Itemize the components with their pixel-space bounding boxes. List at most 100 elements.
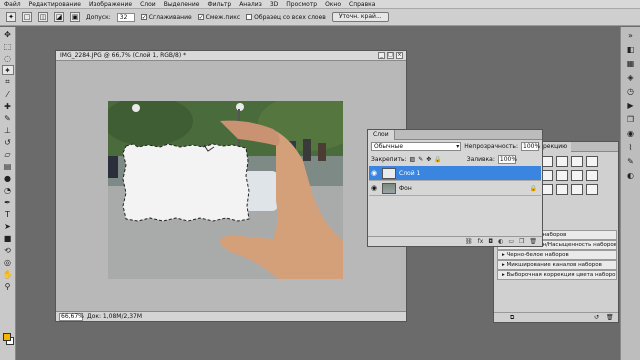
menu-select[interactable]: Выделение [164,1,200,8]
document-title-bar[interactable]: IMG_2284.JPG @ 66,7% (Слой 1, RGB/8) * _… [56,51,406,61]
lock-all-icon[interactable]: 🔒 [434,156,441,163]
crop-tool-icon[interactable]: ⌗ [2,77,14,87]
trash-icon[interactable]: 🗑 [529,237,537,246]
styles-panel-icon[interactable]: ◈ [625,73,637,83]
lock-position-icon[interactable]: ✥ [426,156,431,163]
hand-tool-icon[interactable]: ✋ [2,269,14,279]
blend-mode-select[interactable]: Обычные [371,142,462,151]
layer-name[interactable]: Слой 1 [399,170,420,177]
pen-tool-icon[interactable]: ✒ [2,197,14,207]
new-layer-icon[interactable]: ❐ [519,237,524,246]
clip-layer-icon[interactable]: ⧉ [510,314,514,322]
threshold-icon[interactable] [571,184,583,195]
link-layers-icon[interactable]: ⛓ [465,237,473,246]
visibility-eye-icon[interactable]: ◉ [369,184,379,192]
menu-window[interactable]: Окно [325,1,341,8]
brush-panel-icon[interactable]: ✎ [625,157,637,167]
preset-item[interactable]: Выборочная коррекция цвета наборов [497,270,617,280]
trash-icon[interactable]: 🗑 [606,314,614,321]
menu-filter[interactable]: Фильтр [207,1,231,8]
type-tool-icon[interactable]: T [2,209,14,219]
new-selection-icon[interactable]: □ [22,12,32,22]
curves-icon[interactable] [571,156,583,167]
adjustments-tab[interactable]: рекцию [539,142,572,152]
history-panel-icon[interactable]: ◷ [625,87,637,97]
contiguous-checkbox[interactable]: Смеж.пикс [197,14,240,21]
zoom-field[interactable]: 66,67% [59,312,84,321]
layers-panel-icon[interactable]: ❐ [625,115,637,125]
eyedropper-tool-icon[interactable]: ⁄ [2,89,14,99]
adjustment-layer-icon[interactable]: ◐ [498,237,503,246]
posterize-icon[interactable] [556,184,568,195]
collapse-icon[interactable]: » [625,31,637,41]
foreground-color-swatch[interactable] [3,333,11,341]
actions-panel-icon[interactable]: ▶ [625,101,637,111]
menu-analysis[interactable]: Анализ [239,1,262,8]
history-brush-icon[interactable]: ↺ [2,137,14,147]
menu-view[interactable]: Просмотр [286,1,317,8]
gradient-tool-icon[interactable]: ▤ [2,161,14,171]
dodge-tool-icon[interactable]: ◔ [2,185,14,195]
visibility-eye-icon[interactable]: ◉ [369,169,379,177]
layers-tab[interactable]: Слои [368,130,395,140]
layer-mask-icon[interactable]: ◘ [488,237,493,246]
minimize-icon[interactable]: _ [378,52,385,59]
close-icon[interactable]: × [396,52,403,59]
antialias-checkbox[interactable]: Сглаживание [140,14,192,21]
brush-tool-icon[interactable]: ✎ [2,113,14,123]
maximize-icon[interactable]: □ [387,52,394,59]
zoom-tool-icon[interactable]: ⚲ [2,281,14,291]
levels-icon[interactable] [556,156,568,167]
fill-input[interactable]: 100% [497,155,517,164]
shape-tool-icon[interactable]: ■ [2,233,14,243]
stamp-tool-icon[interactable]: ⊥ [2,125,14,135]
intersect-selection-icon[interactable]: ▣ [70,12,80,22]
move-tool-icon[interactable]: ✥ [2,29,14,39]
blur-tool-icon[interactable]: ● [2,173,14,183]
menu-image[interactable]: Изображение [89,1,132,8]
sample-all-checkbox[interactable]: Образец со всех слоев [246,14,326,21]
menu-3d[interactable]: 3D [270,1,278,8]
eraser-tool-icon[interactable]: ▱ [2,149,14,159]
group-icon[interactable]: ▭ [508,237,514,246]
layer-style-icon[interactable]: fx [478,237,484,246]
doc-size-info[interactable]: Док: 1,08M/2,37M [87,313,142,320]
exposure-icon[interactable] [586,156,598,167]
color-panel-icon[interactable]: ◧ [625,45,637,55]
canvas-area[interactable] [56,61,406,312]
color-balance-icon[interactable] [571,170,583,181]
menu-file[interactable]: Файл [4,1,21,8]
healing-tool-icon[interactable]: ✚ [2,101,14,111]
opacity-input[interactable]: 100% [521,142,540,151]
refine-edge-button[interactable]: Уточн. край... [331,12,389,22]
subtract-selection-icon[interactable]: ◪ [54,12,64,22]
3d-orbit-icon[interactable]: ◎ [2,257,14,267]
magic-wand-icon[interactable]: ✦ [6,12,16,22]
lasso-tool-icon[interactable]: ◌ [2,53,14,63]
preset-item[interactable]: Черно-белое наборов [497,250,617,260]
menu-help[interactable]: Справка [349,1,375,8]
lock-transparency-icon[interactable]: ▨ [410,156,416,163]
path-select-icon[interactable]: ➤ [2,221,14,231]
hue-saturation-icon[interactable] [556,170,568,181]
3d-rotate-icon[interactable]: ⟲ [2,245,14,255]
lock-image-icon[interactable]: ✎ [418,156,423,163]
swatches-panel-icon[interactable]: ▦ [625,59,637,69]
reset-icon[interactable]: ↺ [594,314,599,321]
magic-wand-tool-icon[interactable]: ✦ [1,65,14,75]
menu-layers[interactable]: Слои [140,1,156,8]
gradient-map-icon[interactable] [586,184,598,195]
paths-panel-icon[interactable]: ⌇ [625,143,637,153]
tolerance-input[interactable]: 32 [116,12,135,22]
photo-canvas[interactable] [108,101,343,279]
layer-row[interactable]: ◉ Фон 🔒 [369,181,541,196]
menu-edit[interactable]: Редактирование [29,1,81,8]
channels-panel-icon[interactable]: ◉ [625,129,637,139]
adjustments-panel-icon[interactable]: ◐ [625,171,637,181]
preset-item[interactable]: Микширование каналов наборов [497,260,617,270]
layer-name[interactable]: Фон [399,185,412,192]
add-selection-icon[interactable]: ◫ [38,12,48,22]
black-white-icon[interactable] [586,170,598,181]
marquee-tool-icon[interactable]: ⬚ [2,41,14,51]
layer-row[interactable]: ◉ Слой 1 [369,166,541,181]
